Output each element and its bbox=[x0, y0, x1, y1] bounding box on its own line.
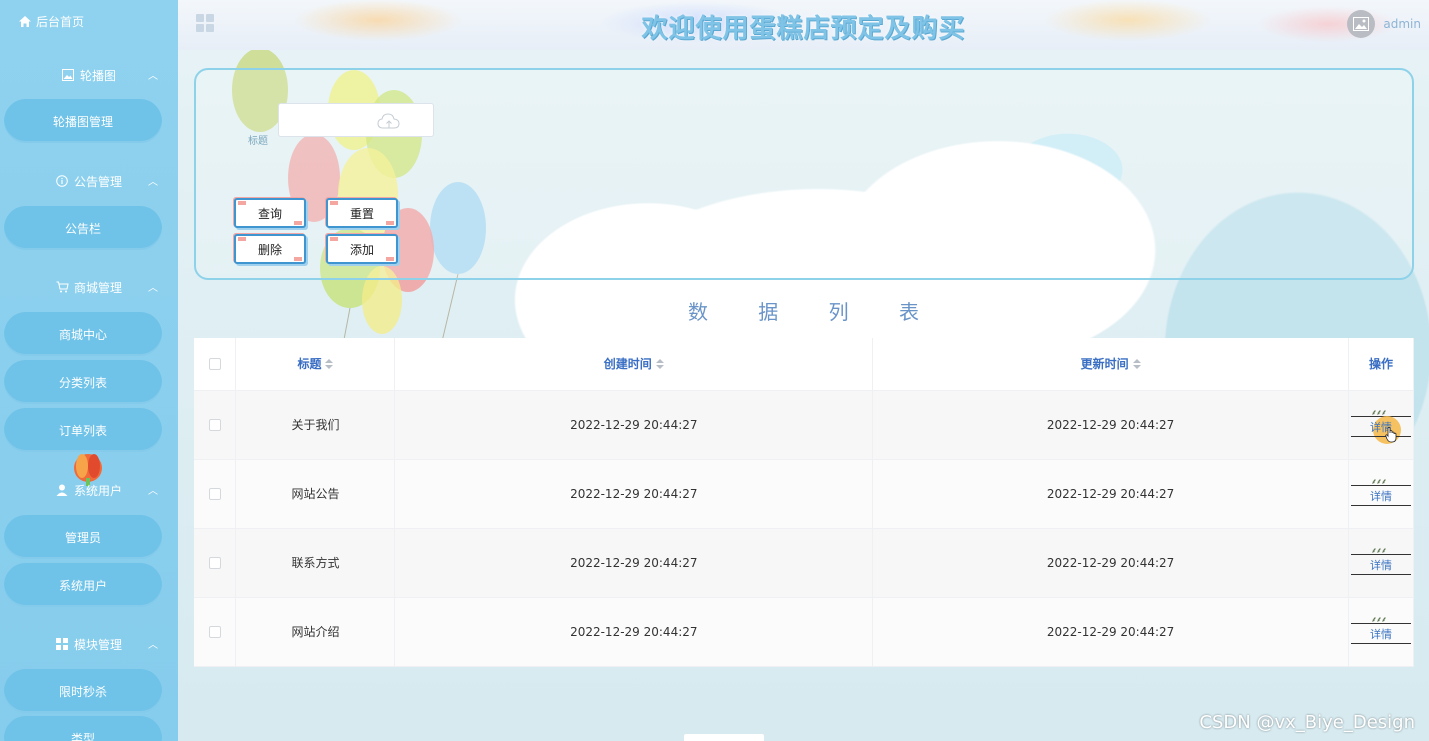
cell-updated: 2022-12-29 20:44:27 bbox=[872, 528, 1349, 597]
cell-updated: 2022-12-29 20:44:27 bbox=[872, 390, 1349, 459]
sidebar-item-label: 轮播图管理 bbox=[52, 114, 113, 129]
sidebar-item-label: 管理员 bbox=[64, 530, 101, 545]
table-row: 联系方式 2022-12-29 20:44:27 2022-12-29 20:4… bbox=[194, 528, 1415, 597]
table-row: 网站介绍 2022-12-29 20:44:27 2022-12-29 20:4… bbox=[194, 597, 1415, 666]
sidebar-item-flash-sale[interactable]: 限时秒杀 bbox=[4, 669, 162, 713]
query-button[interactable]: 查询 bbox=[234, 198, 306, 228]
cell-created: 2022-12-29 20:44:27 bbox=[394, 459, 874, 528]
info-icon bbox=[56, 175, 68, 187]
image-icon bbox=[61, 69, 74, 81]
sidebar-item-type[interactable]: 类型 bbox=[4, 716, 162, 741]
cell-updated: 2022-12-29 20:44:27 bbox=[872, 459, 1349, 528]
cart-icon bbox=[56, 281, 69, 293]
sidebar: 后台首页 轮播图 ︿ 轮播图管理 公告管理 ︿ 公告栏 商城管理 ︿ 商城中心 … bbox=[0, 0, 178, 741]
detail-button[interactable]: ⸙⸙⸙ 详情 bbox=[1350, 541, 1411, 581]
sidebar-item-label: 商城中心 bbox=[58, 327, 107, 342]
sidebar-group-label: 系统用户 bbox=[73, 483, 122, 498]
cell-created: 2022-12-29 20:44:27 bbox=[394, 528, 874, 597]
user-icon bbox=[56, 484, 68, 496]
title-search-input[interactable] bbox=[279, 104, 433, 136]
sidebar-item-mall-center[interactable]: 商城中心 bbox=[4, 312, 162, 356]
image-placeholder-icon bbox=[1353, 17, 1370, 31]
row-checkbox[interactable] bbox=[208, 557, 221, 569]
select-all-cell[interactable] bbox=[194, 338, 237, 391]
username[interactable]: admin bbox=[1383, 17, 1421, 31]
sidebar-group-label: 商城管理 bbox=[73, 280, 122, 295]
row-checkbox[interactable] bbox=[208, 488, 221, 500]
cell-created: 2022-12-29 20:44:27 bbox=[394, 597, 874, 666]
sidebar-group-label: 轮播图 bbox=[79, 68, 116, 83]
sidebar-group-carousel[interactable]: 轮播图 ︿ bbox=[0, 63, 178, 87]
sidebar-item-category-list[interactable]: 分类列表 bbox=[4, 360, 162, 404]
row-checkbox[interactable] bbox=[208, 626, 221, 638]
watermark: CSDN @vx_Biye_Design bbox=[1199, 712, 1415, 733]
column-header-created[interactable]: 创建时间 bbox=[394, 338, 874, 391]
add-button[interactable]: 添加 bbox=[326, 234, 398, 264]
sidebar-home-label: 后台首页 bbox=[36, 14, 85, 29]
cell-created: 2022-12-29 20:44:27 bbox=[394, 390, 874, 459]
sidebar-item-order-list[interactable]: 订单列表 bbox=[4, 408, 162, 452]
pagination-partial[interactable] bbox=[684, 734, 764, 741]
sort-icon[interactable] bbox=[1132, 358, 1141, 372]
chevron-up-icon: ︿ bbox=[148, 177, 158, 188]
user-menu[interactable]: admin bbox=[1347, 8, 1421, 40]
title-search-input-wrapper[interactable] bbox=[278, 103, 434, 137]
data-table: 标题 创建时间 更新时间 操作 关于我们 2022-12-29 20:44:27… bbox=[194, 338, 1415, 667]
sidebar-home-link[interactable]: 后台首页 bbox=[18, 12, 84, 30]
data-list-title: 数 据 列 表 bbox=[687, 300, 942, 324]
sidebar-group-modules[interactable]: 模块管理 ︿ bbox=[0, 632, 178, 656]
sidebar-item-label: 公告栏 bbox=[64, 221, 101, 236]
sidebar-item-label: 系统用户 bbox=[58, 578, 107, 593]
hand-cursor-icon bbox=[1385, 427, 1397, 446]
sidebar-group-users[interactable]: 系统用户 ︿ bbox=[0, 478, 178, 502]
avatar[interactable] bbox=[1347, 10, 1376, 38]
sidebar-group-mall[interactable]: 商城管理 ︿ bbox=[0, 275, 178, 299]
table-header-row: 标题 创建时间 更新时间 操作 bbox=[194, 338, 1415, 391]
home-icon bbox=[18, 15, 31, 27]
detail-button[interactable]: ⸙⸙⸙ 详情 bbox=[1350, 610, 1411, 650]
sidebar-item-label: 类型 bbox=[70, 731, 95, 741]
cell-title: 关于我们 bbox=[235, 390, 396, 459]
cell-updated: 2022-12-29 20:44:27 bbox=[872, 597, 1349, 666]
column-header-actions: 操作 bbox=[1348, 338, 1415, 391]
table-row: 关于我们 2022-12-29 20:44:27 2022-12-29 20:4… bbox=[194, 390, 1415, 459]
grid-icon bbox=[55, 638, 68, 650]
sidebar-item-carousel-manage[interactable]: 轮播图管理 bbox=[4, 99, 162, 143]
sidebar-group-label: 公告管理 bbox=[73, 174, 122, 189]
delete-button[interactable]: 删除 bbox=[234, 234, 306, 264]
reset-button[interactable]: 重置 bbox=[326, 198, 398, 228]
chevron-up-icon: ︿ bbox=[148, 71, 158, 82]
cell-title: 网站公告 bbox=[235, 459, 396, 528]
cell-title: 网站介绍 bbox=[235, 597, 396, 666]
sort-icon[interactable] bbox=[325, 358, 334, 372]
sidebar-item-notice-board[interactable]: 公告栏 bbox=[4, 206, 162, 250]
top-header: 欢迎使用蛋糕店预定及购买 admin bbox=[178, 0, 1429, 50]
chevron-up-icon: ︿ bbox=[148, 486, 158, 497]
sidebar-item-admin[interactable]: 管理员 bbox=[4, 515, 162, 559]
sidebar-group-label: 模块管理 bbox=[73, 637, 122, 652]
column-header-updated[interactable]: 更新时间 bbox=[872, 338, 1349, 391]
sidebar-item-label: 分类列表 bbox=[58, 375, 107, 390]
sidebar-item-label: 限时秒杀 bbox=[58, 684, 107, 699]
column-header-title[interactable]: 标题 bbox=[235, 338, 396, 391]
cell-title: 联系方式 bbox=[235, 528, 396, 597]
row-checkbox[interactable] bbox=[208, 419, 221, 431]
sidebar-group-notice[interactable]: 公告管理 ︿ bbox=[0, 169, 178, 193]
detail-button[interactable]: ⸙⸙⸙ 详情 bbox=[1350, 403, 1411, 446]
cloud-icon bbox=[377, 112, 401, 133]
sidebar-item-system-users[interactable]: 系统用户 bbox=[4, 563, 162, 607]
detail-button[interactable]: ⸙⸙⸙ 详情 bbox=[1350, 472, 1411, 512]
table-row: 网站公告 2022-12-29 20:44:27 2022-12-29 20:4… bbox=[194, 459, 1415, 528]
select-all-checkbox[interactable] bbox=[208, 358, 221, 371]
chevron-up-icon: ︿ bbox=[148, 640, 158, 651]
title-field-label: 标题 bbox=[248, 136, 268, 147]
chevron-up-icon: ︿ bbox=[148, 283, 158, 294]
main-content: 标题 查询 重置 删除 添加 数 据 列 表 标题 创建时间 更新时间 操作 关… bbox=[178, 50, 1429, 741]
search-panel: 标题 查询 重置 删除 添加 bbox=[194, 68, 1414, 280]
site-title: 欢迎使用蛋糕店预定及购买 bbox=[641, 14, 966, 44]
sidebar-item-label: 订单列表 bbox=[58, 423, 107, 438]
sort-icon[interactable] bbox=[655, 358, 664, 372]
